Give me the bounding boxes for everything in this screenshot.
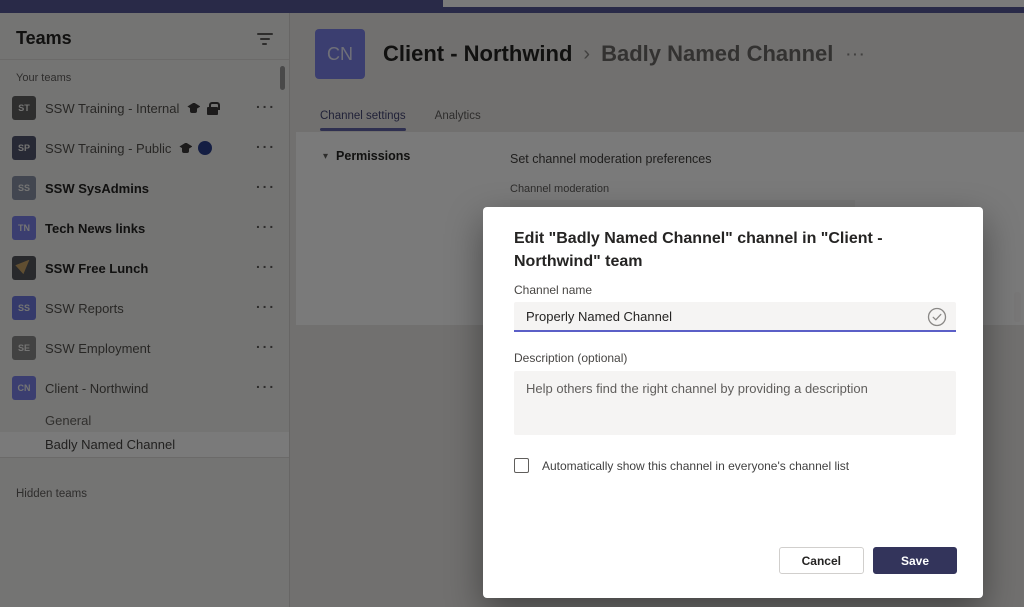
auto-show-checkbox[interactable] — [514, 458, 529, 473]
dialog-title: Edit "Badly Named Channel" channel in "C… — [514, 227, 956, 273]
cancel-button[interactable]: Cancel — [779, 547, 864, 574]
edit-channel-dialog: Edit "Badly Named Channel" channel in "C… — [483, 207, 983, 598]
check-circle-icon — [927, 307, 947, 327]
teams-app-window: Teams Your teams ST SSW Training - Inter… — [0, 0, 1024, 607]
description-textarea[interactable] — [514, 371, 956, 435]
channel-name-input[interactable] — [514, 302, 956, 332]
channel-name-label: Channel name — [514, 283, 956, 297]
save-button[interactable]: Save — [873, 547, 957, 574]
description-label: Description (optional) — [514, 351, 956, 365]
auto-show-checkbox-label[interactable]: Automatically show this channel in every… — [542, 459, 849, 473]
